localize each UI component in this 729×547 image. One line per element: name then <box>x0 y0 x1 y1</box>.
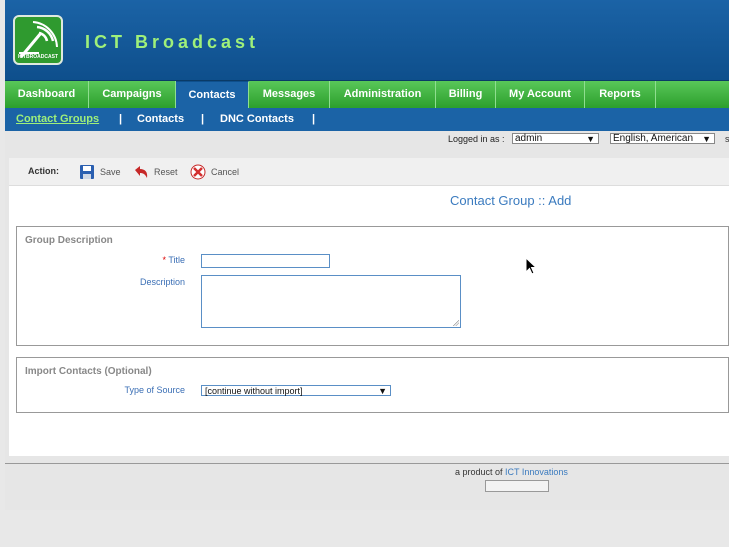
truncated-text: s <box>725 134 729 144</box>
save-button[interactable]: Save <box>79 162 121 182</box>
subnav-dnc-contacts[interactable]: DNC Contacts <box>220 113 294 125</box>
dropdown-arrow-icon: ▼ <box>702 134 711 144</box>
page-footer: a product of ICT Innovations <box>5 463 729 510</box>
action-toolbar: Action: Save Reset Cancel <box>9 158 729 186</box>
app-logo[interactable]: ICTBROADCAST <box>13 15 63 65</box>
user-select[interactable]: admin ▼ <box>512 133 599 144</box>
main-nav: Dashboard Campaigns Contacts Messages Ad… <box>5 81 729 109</box>
nav-messages[interactable]: Messages <box>249 81 330 108</box>
title-label-text: Title <box>168 255 185 265</box>
dropdown-arrow-icon: ▼ <box>378 386 387 396</box>
nav-billing[interactable]: Billing <box>436 81 496 108</box>
footer-text: a product of ICT Innovations <box>455 467 568 477</box>
footer-prefix: a product of <box>455 467 503 477</box>
import-contacts-fieldset: Import Contacts (Optional) Type of Sourc… <box>16 357 729 413</box>
subnav-contacts[interactable]: Contacts <box>137 113 184 125</box>
save-label: Save <box>100 167 121 177</box>
nav-my-account[interactable]: My Account <box>496 81 585 108</box>
source-type-value: [continue without import] <box>205 386 303 396</box>
subnav-separator: | <box>201 113 205 125</box>
main-content: Contact Group :: Add Group Description *… <box>9 186 729 456</box>
mouse-cursor-icon <box>525 257 538 275</box>
logo-text: ICTBROADCAST <box>18 54 58 60</box>
user-select-value: admin <box>515 133 543 144</box>
description-label: Description <box>139 277 185 287</box>
title-label: * Title <box>107 255 185 265</box>
nav-contacts[interactable]: Contacts <box>176 81 249 109</box>
title-input[interactable] <box>201 254 330 268</box>
language-select-value: English, American <box>613 133 694 144</box>
language-select[interactable]: English, American ▼ <box>610 133 715 144</box>
cancel-icon <box>190 164 206 180</box>
action-label: Action: <box>28 166 59 176</box>
description-textarea[interactable] <box>201 275 461 328</box>
undo-icon <box>133 164 149 180</box>
sub-nav: Contact Groups | Contacts | DNC Contacts… <box>5 108 729 131</box>
nav-campaigns[interactable]: Campaigns <box>89 81 176 108</box>
app-title: ICT Broadcast <box>85 32 260 52</box>
group-description-legend: Group Description <box>25 235 113 246</box>
reset-button[interactable]: Reset <box>133 162 178 182</box>
subnav-separator: | <box>119 113 123 125</box>
nav-dashboard[interactable]: Dashboard <box>5 81 89 108</box>
footer-company-link[interactable]: ICT Innovations <box>505 467 568 477</box>
dropdown-arrow-icon: ▼ <box>586 134 595 144</box>
subnav-contact-groups[interactable]: Contact Groups <box>16 113 99 125</box>
nav-administration[interactable]: Administration <box>330 81 436 108</box>
nav-reports[interactable]: Reports <box>585 81 656 108</box>
source-type-select[interactable]: [continue without import] ▼ <box>201 385 391 396</box>
group-description-fieldset: Group Description * Title Description <box>16 226 729 346</box>
cancel-button[interactable]: Cancel <box>190 162 239 182</box>
app-header: ICTBROADCAST ICT Broadcast <box>5 0 729 81</box>
reset-label: Reset <box>154 167 178 177</box>
save-icon <box>79 164 95 180</box>
source-type-label: Type of Source <box>124 385 185 395</box>
resize-grip-icon[interactable] <box>453 320 459 326</box>
footer-box <box>485 480 549 492</box>
login-bar: Logged in as : admin ▼ English, American… <box>5 131 729 148</box>
logged-in-label: Logged in as : <box>448 134 505 144</box>
import-contacts-legend: Import Contacts (Optional) <box>25 366 152 377</box>
subnav-separator: | <box>312 113 316 125</box>
required-marker: * <box>162 255 166 265</box>
page-title: Contact Group :: Add <box>450 193 572 208</box>
cancel-label: Cancel <box>211 167 240 177</box>
